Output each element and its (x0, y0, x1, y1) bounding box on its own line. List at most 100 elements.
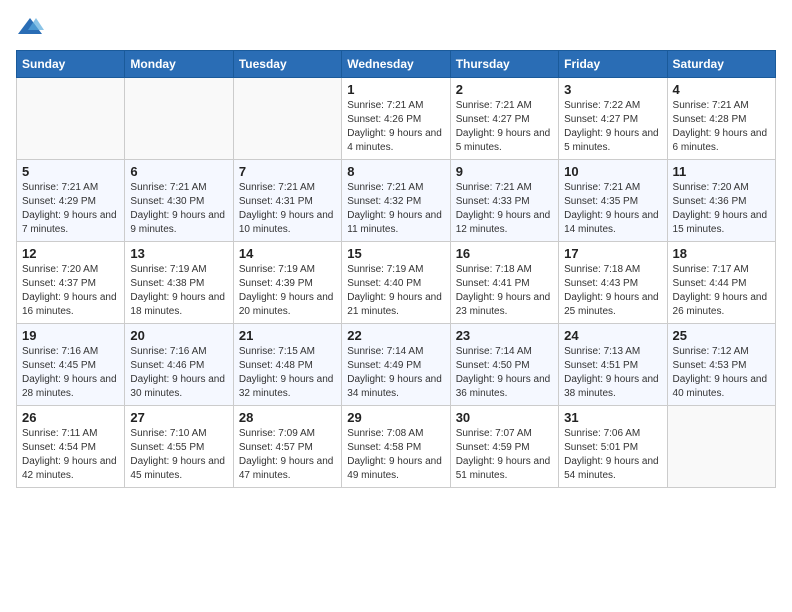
day-info: Sunrise: 7:14 AM Sunset: 4:49 PM Dayligh… (347, 345, 444, 401)
day-number: 7 (239, 164, 336, 179)
calendar-cell: 12 Sunrise: 7:20 AM Sunset: 4:37 PM Dayli… (17, 242, 125, 324)
calendar-cell: 28 Sunrise: 7:09 AM Sunset: 4:57 PM Dayli… (233, 406, 341, 488)
day-number: 31 (564, 410, 661, 425)
header-day-saturday: Saturday (667, 51, 775, 78)
day-info: Sunrise: 7:07 AM Sunset: 4:59 PM Dayligh… (456, 427, 553, 483)
day-info: Sunrise: 7:09 AM Sunset: 4:57 PM Dayligh… (239, 427, 336, 483)
day-number: 9 (456, 164, 553, 179)
day-info: Sunrise: 7:21 AM Sunset: 4:30 PM Dayligh… (130, 181, 227, 237)
day-info: Sunrise: 7:14 AM Sunset: 4:50 PM Dayligh… (456, 345, 553, 401)
day-number: 25 (673, 328, 770, 343)
calendar-cell: 2 Sunrise: 7:21 AM Sunset: 4:27 PM Daylig… (450, 78, 558, 160)
calendar-cell: 19 Sunrise: 7:16 AM Sunset: 4:45 PM Dayli… (17, 324, 125, 406)
day-number: 10 (564, 164, 661, 179)
calendar-cell: 14 Sunrise: 7:19 AM Sunset: 4:39 PM Dayli… (233, 242, 341, 324)
calendar-cell: 1 Sunrise: 7:21 AM Sunset: 4:26 PM Daylig… (342, 78, 450, 160)
day-info: Sunrise: 7:19 AM Sunset: 4:40 PM Dayligh… (347, 263, 444, 319)
calendar-cell (667, 406, 775, 488)
calendar-cell: 16 Sunrise: 7:18 AM Sunset: 4:41 PM Dayli… (450, 242, 558, 324)
day-info: Sunrise: 7:21 AM Sunset: 4:26 PM Dayligh… (347, 99, 444, 155)
day-number: 16 (456, 246, 553, 261)
calendar-week-row: 19 Sunrise: 7:16 AM Sunset: 4:45 PM Dayli… (17, 324, 776, 406)
day-info: Sunrise: 7:18 AM Sunset: 4:41 PM Dayligh… (456, 263, 553, 319)
day-number: 8 (347, 164, 444, 179)
header-day-wednesday: Wednesday (342, 51, 450, 78)
day-info: Sunrise: 7:12 AM Sunset: 4:53 PM Dayligh… (673, 345, 770, 401)
header-day-sunday: Sunday (17, 51, 125, 78)
header-day-tuesday: Tuesday (233, 51, 341, 78)
calendar-cell: 26 Sunrise: 7:11 AM Sunset: 4:54 PM Dayli… (17, 406, 125, 488)
calendar-cell: 7Sunrise: 7:21 AM Sunset: 4:31 PM Daylig… (233, 160, 341, 242)
day-info: Sunrise: 7:20 AM Sunset: 4:36 PM Dayligh… (673, 181, 770, 237)
day-number: 1 (347, 82, 444, 97)
calendar-cell: 8 Sunrise: 7:21 AM Sunset: 4:32 PM Daylig… (342, 160, 450, 242)
day-number: 18 (673, 246, 770, 261)
day-info: Sunrise: 7:11 AM Sunset: 4:54 PM Dayligh… (22, 427, 119, 483)
calendar-cell: 13Sunrise: 7:19 AM Sunset: 4:38 PM Dayli… (125, 242, 233, 324)
day-info: Sunrise: 7:21 AM Sunset: 4:33 PM Dayligh… (456, 181, 553, 237)
day-info: Sunrise: 7:13 AM Sunset: 4:51 PM Dayligh… (564, 345, 661, 401)
calendar-cell: 10Sunrise: 7:21 AM Sunset: 4:35 PM Dayli… (559, 160, 667, 242)
day-number: 15 (347, 246, 444, 261)
day-info: Sunrise: 7:21 AM Sunset: 4:32 PM Dayligh… (347, 181, 444, 237)
calendar-week-row: 12 Sunrise: 7:20 AM Sunset: 4:37 PM Dayli… (17, 242, 776, 324)
day-number: 17 (564, 246, 661, 261)
calendar-week-row: 26 Sunrise: 7:11 AM Sunset: 4:54 PM Dayli… (17, 406, 776, 488)
day-info: Sunrise: 7:22 AM Sunset: 4:27 PM Dayligh… (564, 99, 661, 155)
day-info: Sunrise: 7:08 AM Sunset: 4:58 PM Dayligh… (347, 427, 444, 483)
page-header (16, 16, 776, 38)
calendar-cell: 24 Sunrise: 7:13 AM Sunset: 4:51 PM Dayli… (559, 324, 667, 406)
calendar-cell (233, 78, 341, 160)
day-number: 6 (130, 164, 227, 179)
day-number: 12 (22, 246, 119, 261)
day-info: Sunrise: 7:16 AM Sunset: 4:46 PM Dayligh… (130, 345, 227, 401)
calendar-cell: 17 Sunrise: 7:18 AM Sunset: 4:43 PM Dayli… (559, 242, 667, 324)
calendar-cell: 4 Sunrise: 7:21 AM Sunset: 4:28 PM Daylig… (667, 78, 775, 160)
calendar-cell: 23 Sunrise: 7:14 AM Sunset: 4:50 PM Dayli… (450, 324, 558, 406)
day-info: Sunrise: 7:17 AM Sunset: 4:44 PM Dayligh… (673, 263, 770, 319)
logo (16, 16, 48, 38)
day-info: Sunrise: 7:21 AM Sunset: 4:29 PM Dayligh… (22, 181, 119, 237)
calendar-table: SundayMondayTuesdayWednesdayThursdayFrid… (16, 50, 776, 488)
day-number: 14 (239, 246, 336, 261)
day-number: 5 (22, 164, 119, 179)
day-info: Sunrise: 7:06 AM Sunset: 5:01 PM Dayligh… (564, 427, 661, 483)
logo-icon (16, 16, 44, 38)
header-day-thursday: Thursday (450, 51, 558, 78)
calendar-cell: 15 Sunrise: 7:19 AM Sunset: 4:40 PM Dayli… (342, 242, 450, 324)
calendar-cell (17, 78, 125, 160)
day-number: 21 (239, 328, 336, 343)
day-number: 27 (130, 410, 227, 425)
calendar-cell: 22 Sunrise: 7:14 AM Sunset: 4:49 PM Dayli… (342, 324, 450, 406)
day-info: Sunrise: 7:15 AM Sunset: 4:48 PM Dayligh… (239, 345, 336, 401)
calendar-cell: 11 Sunrise: 7:20 AM Sunset: 4:36 PM Dayli… (667, 160, 775, 242)
day-info: Sunrise: 7:20 AM Sunset: 4:37 PM Dayligh… (22, 263, 119, 319)
day-number: 11 (673, 164, 770, 179)
calendar-cell: 18 Sunrise: 7:17 AM Sunset: 4:44 PM Dayli… (667, 242, 775, 324)
day-info: Sunrise: 7:18 AM Sunset: 4:43 PM Dayligh… (564, 263, 661, 319)
day-info: Sunrise: 7:19 AM Sunset: 4:38 PM Dayligh… (130, 263, 227, 319)
day-number: 2 (456, 82, 553, 97)
day-number: 28 (239, 410, 336, 425)
day-info: Sunrise: 7:21 AM Sunset: 4:27 PM Dayligh… (456, 99, 553, 155)
day-info: Sunrise: 7:19 AM Sunset: 4:39 PM Dayligh… (239, 263, 336, 319)
calendar-cell: 20 Sunrise: 7:16 AM Sunset: 4:46 PM Dayli… (125, 324, 233, 406)
day-number: 20 (130, 328, 227, 343)
day-number: 4 (673, 82, 770, 97)
header-day-monday: Monday (125, 51, 233, 78)
calendar-cell: 5 Sunrise: 7:21 AM Sunset: 4:29 PM Daylig… (17, 160, 125, 242)
day-number: 29 (347, 410, 444, 425)
day-number: 30 (456, 410, 553, 425)
calendar-cell: 3Sunrise: 7:22 AM Sunset: 4:27 PM Daylig… (559, 78, 667, 160)
calendar-cell: 29 Sunrise: 7:08 AM Sunset: 4:58 PM Dayli… (342, 406, 450, 488)
day-number: 19 (22, 328, 119, 343)
calendar-cell (125, 78, 233, 160)
day-number: 26 (22, 410, 119, 425)
calendar-cell: 31 Sunrise: 7:06 AM Sunset: 5:01 PM Dayli… (559, 406, 667, 488)
calendar-cell: 30 Sunrise: 7:07 AM Sunset: 4:59 PM Dayli… (450, 406, 558, 488)
day-info: Sunrise: 7:21 AM Sunset: 4:28 PM Dayligh… (673, 99, 770, 155)
day-number: 23 (456, 328, 553, 343)
day-number: 24 (564, 328, 661, 343)
day-info: Sunrise: 7:16 AM Sunset: 4:45 PM Dayligh… (22, 345, 119, 401)
day-number: 22 (347, 328, 444, 343)
